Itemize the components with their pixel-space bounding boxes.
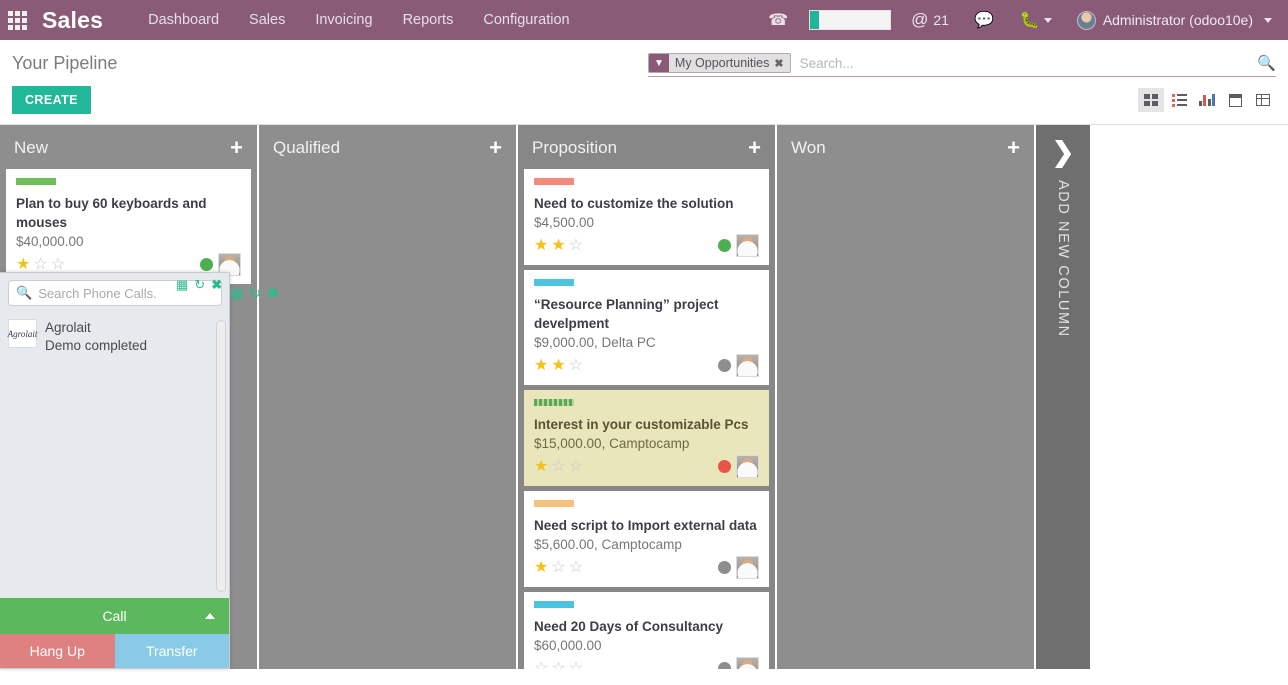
app-brand-title[interactable]: Sales bbox=[42, 7, 103, 34]
page-title: Your Pipeline bbox=[12, 53, 117, 74]
menu-item-invoicing[interactable]: Invoicing bbox=[300, 1, 387, 39]
create-button[interactable]: CREATE bbox=[12, 86, 91, 114]
grid-icon[interactable]: ▦ bbox=[176, 277, 188, 685]
avatar bbox=[1077, 11, 1096, 30]
call-partner-name: Agrolait bbox=[45, 319, 147, 337]
kanban-column-header: New + bbox=[0, 125, 257, 169]
opportunity-title: Plan to buy 60 keyboards and mouses bbox=[16, 194, 241, 232]
kanban-column-title: Won bbox=[791, 138, 826, 158]
chevron-down-icon bbox=[1264, 18, 1272, 23]
opportunity-title: Need to customize the solution bbox=[534, 194, 759, 213]
plus-icon[interactable]: + bbox=[1007, 137, 1020, 159]
search-facet-my-opportunities[interactable]: ▼ My Opportunities ✖ bbox=[648, 53, 791, 73]
refresh-icon[interactable]: ↻ bbox=[194, 277, 205, 685]
view-list-button[interactable] bbox=[1166, 88, 1192, 112]
stage-progress-bar bbox=[16, 178, 56, 185]
menu-item-sales[interactable]: Sales bbox=[234, 1, 300, 39]
view-pivot-button[interactable] bbox=[1250, 88, 1276, 112]
dial-field[interactable] bbox=[819, 11, 890, 29]
kanban-card-quick-actions: ▦ ↻ ✖ bbox=[176, 277, 1282, 685]
close-icon[interactable]: ✖ bbox=[211, 277, 222, 685]
menu-item-reports[interactable]: Reports bbox=[388, 1, 469, 39]
bug-icon[interactable]: 🐛 bbox=[1007, 10, 1065, 30]
mentions-counter[interactable]: @ 21 bbox=[899, 10, 961, 30]
filter-icon: ▼ bbox=[649, 54, 669, 72]
plus-icon[interactable]: + bbox=[230, 137, 243, 159]
user-menu[interactable]: Administrator (odoo10e) bbox=[1065, 11, 1278, 30]
star-icon[interactable]: ★ bbox=[16, 257, 30, 273]
kanban-card[interactable]: Plan to buy 60 keyboards and mouses $40,0… bbox=[6, 169, 251, 284]
view-graph-button[interactable] bbox=[1194, 88, 1220, 112]
view-calendar-button[interactable] bbox=[1222, 88, 1248, 112]
mentions-count: 21 bbox=[933, 12, 949, 28]
star-icon[interactable]: ★ bbox=[551, 238, 565, 254]
apps-grid-icon[interactable] bbox=[0, 0, 34, 40]
star-icon[interactable]: ☆ bbox=[569, 238, 583, 254]
kanban-column-title: Qualified bbox=[273, 138, 340, 158]
priority-stars[interactable]: ★☆☆ bbox=[16, 257, 65, 273]
menu-item-configuration[interactable]: Configuration bbox=[468, 1, 584, 39]
facet-remove-icon[interactable]: ✖ bbox=[773, 54, 789, 72]
view-switcher bbox=[1138, 88, 1276, 112]
star-icon[interactable]: ☆ bbox=[33, 257, 47, 273]
opportunity-amount: $40,000.00 bbox=[16, 234, 241, 249]
search-plus-icon[interactable]: 🔍 bbox=[1251, 54, 1276, 72]
view-kanban-button[interactable] bbox=[1138, 88, 1164, 112]
kanban-column-title: New bbox=[14, 138, 48, 158]
plus-icon[interactable]: + bbox=[489, 137, 502, 159]
avatar[interactable] bbox=[736, 234, 759, 257]
plus-icon[interactable]: + bbox=[748, 137, 761, 159]
user-name-label: Administrator (odoo10e) bbox=[1103, 12, 1253, 28]
bar-chart-icon bbox=[1199, 94, 1216, 106]
search-input[interactable] bbox=[791, 56, 1252, 71]
call-button-label: Call bbox=[102, 608, 126, 624]
main-menu: Dashboard Sales Invoicing Reports Config… bbox=[133, 1, 584, 39]
kanban-card[interactable]: Need to customize the solution $4,500.00 ★… bbox=[524, 169, 769, 265]
company-logo: Agrolait bbox=[8, 319, 37, 348]
search-icon: 🔍 bbox=[16, 285, 32, 301]
facet-label: My Opportunities bbox=[669, 54, 773, 72]
star-icon[interactable]: ★ bbox=[534, 238, 548, 254]
chevron-down-icon bbox=[1044, 18, 1052, 23]
dial-accent bbox=[810, 11, 819, 29]
stage-progress-bar bbox=[534, 178, 574, 185]
kanban-column-title: Proposition bbox=[532, 138, 617, 158]
chevron-right-icon: ❯ bbox=[1052, 139, 1075, 166]
kanban-icon bbox=[1144, 94, 1158, 106]
priority-stars[interactable]: ★★☆ bbox=[534, 238, 583, 254]
kanban-column-header: Won + bbox=[777, 125, 1034, 169]
kanban-column-header: Qualified + bbox=[259, 125, 516, 169]
chat-bubble-icon[interactable]: 💬 bbox=[961, 10, 1007, 30]
opportunity-amount: $4,500.00 bbox=[534, 215, 759, 230]
pivot-table-icon bbox=[1256, 94, 1270, 106]
kanban-card-status bbox=[718, 234, 759, 257]
call-state-label: Demo completed bbox=[45, 337, 147, 355]
top-navbar: Sales Dashboard Sales Invoicing Reports … bbox=[0, 0, 1288, 40]
phone-icon[interactable]: ☎ bbox=[755, 10, 801, 30]
navbar-right: ☎ @ 21 💬 🐛 Administrator (odoo10e) bbox=[755, 10, 1288, 30]
kanban-card-list: Plan to buy 60 keyboards and mouses $40,0… bbox=[0, 169, 257, 284]
search-view: ▼ My Opportunities ✖ 🔍 bbox=[648, 53, 1276, 77]
star-icon[interactable]: ☆ bbox=[51, 257, 65, 273]
kanban-column-header: Proposition + bbox=[518, 125, 775, 169]
menu-item-dashboard[interactable]: Dashboard bbox=[133, 1, 234, 39]
kanban-card-footer: ★★☆ bbox=[534, 234, 759, 257]
calendar-icon bbox=[1229, 94, 1242, 107]
control-panel: Your Pipeline ▼ My Opportunities ✖ 🔍 CRE… bbox=[0, 40, 1288, 125]
at-mention-icon: @ bbox=[911, 10, 928, 30]
activity-status-dot[interactable] bbox=[200, 258, 213, 271]
voip-dial-input[interactable] bbox=[809, 10, 891, 30]
hang-up-button[interactable]: Hang Up bbox=[0, 634, 115, 668]
activity-status-dot[interactable] bbox=[718, 239, 731, 252]
list-icon bbox=[1172, 94, 1187, 107]
